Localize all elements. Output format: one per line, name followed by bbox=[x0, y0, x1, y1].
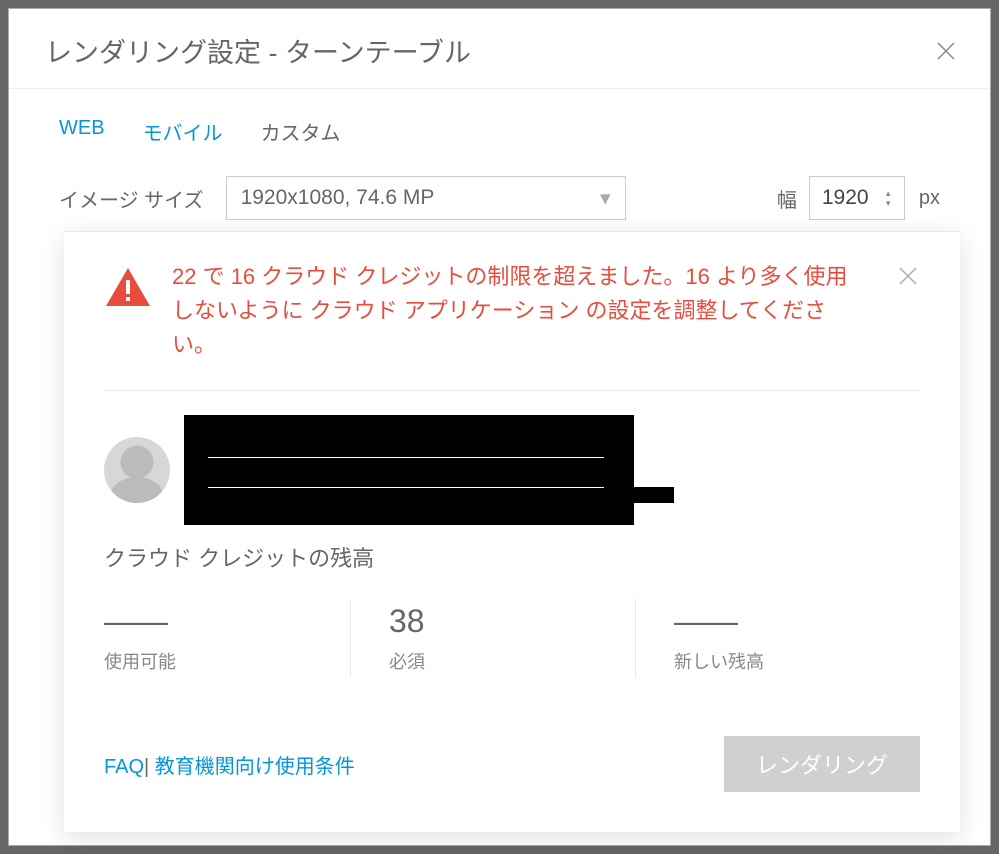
close-icon bbox=[934, 39, 958, 63]
tab-web[interactable]: WEB bbox=[59, 117, 105, 146]
stat-new-balance: —— 新しい残高 bbox=[635, 599, 920, 678]
stat-required-label: 必須 bbox=[389, 648, 607, 674]
image-size-select[interactable]: 1920x1080, 74.6 MP ▾ bbox=[226, 176, 626, 220]
stat-new-balance-label: 新しい残高 bbox=[674, 648, 892, 674]
tab-mobile[interactable]: モバイル bbox=[143, 117, 223, 146]
stat-new-balance-value: —— bbox=[674, 603, 892, 640]
image-size-label: イメージ サイズ bbox=[59, 184, 212, 213]
stat-available-label: 使用可能 bbox=[104, 648, 322, 674]
balance-title: クラウド クレジットの残高 bbox=[104, 541, 920, 573]
faq-link[interactable]: FAQ bbox=[104, 756, 144, 778]
footer-links: FAQ| 教育機関向け使用条件 bbox=[104, 750, 355, 779]
credit-stats: —— 使用可能 38 必須 —— 新しい残高 bbox=[104, 599, 920, 678]
redacted-user-info bbox=[184, 415, 634, 525]
stat-available: —— 使用可能 bbox=[104, 599, 350, 678]
width-value: 1920 bbox=[822, 186, 869, 210]
tab-custom[interactable]: カスタム bbox=[261, 117, 341, 146]
warning-row: 22 で 16 クラウド クレジットの制限を超えました。16 より多く使用しない… bbox=[104, 260, 920, 391]
stat-required: 38 必須 bbox=[350, 599, 635, 678]
width-stepper[interactable]: ▴ ▾ bbox=[886, 179, 900, 217]
dialog-title: レンダリング設定 - ターンテーブル bbox=[45, 31, 471, 70]
chevron-down-icon: ▾ bbox=[886, 199, 900, 208]
stat-required-value: 38 bbox=[389, 603, 607, 640]
chevron-up-icon: ▴ bbox=[886, 189, 900, 198]
width-label: 幅 bbox=[777, 184, 797, 213]
dialog-titlebar: レンダリング設定 - ターンテーブル bbox=[9, 9, 990, 89]
warning-close-button[interactable] bbox=[896, 264, 920, 293]
close-icon bbox=[896, 264, 920, 288]
render-button[interactable]: レンダリング bbox=[724, 736, 920, 792]
panel-footer: FAQ| 教育機関向け使用条件 レンダリング bbox=[104, 736, 920, 792]
tabs: WEB モバイル カスタム bbox=[45, 117, 954, 146]
chevron-down-icon: ▾ bbox=[600, 186, 611, 211]
link-separator: | bbox=[144, 756, 149, 778]
terms-link[interactable]: 教育機関向け使用条件 bbox=[155, 756, 355, 778]
stat-available-value: —— bbox=[104, 603, 322, 640]
credits-panel: 22 で 16 クラウド クレジットの制限を超えました。16 より多く使用しない… bbox=[64, 231, 960, 832]
image-size-row: イメージ サイズ 1920x1080, 74.6 MP ▾ 幅 1920 ▴ ▾… bbox=[45, 176, 954, 220]
width-group: 幅 1920 ▴ ▾ px bbox=[777, 176, 940, 220]
account-row bbox=[104, 391, 920, 525]
image-size-value: 1920x1080, 74.6 MP bbox=[241, 186, 435, 210]
dialog-close-button[interactable] bbox=[930, 35, 962, 67]
warning-message: 22 で 16 クラウド クレジットの制限を超えました。16 より多く使用しない… bbox=[172, 260, 876, 362]
width-input[interactable]: 1920 ▴ ▾ bbox=[809, 176, 905, 220]
width-unit: px bbox=[919, 187, 940, 210]
warning-icon bbox=[104, 266, 152, 308]
render-settings-dialog: レンダリング設定 - ターンテーブル WEB モバイル カスタム イメージ サイ… bbox=[8, 8, 991, 846]
avatar bbox=[104, 437, 170, 503]
dialog-body: WEB モバイル カスタム イメージ サイズ 1920x1080, 74.6 M… bbox=[9, 89, 990, 238]
